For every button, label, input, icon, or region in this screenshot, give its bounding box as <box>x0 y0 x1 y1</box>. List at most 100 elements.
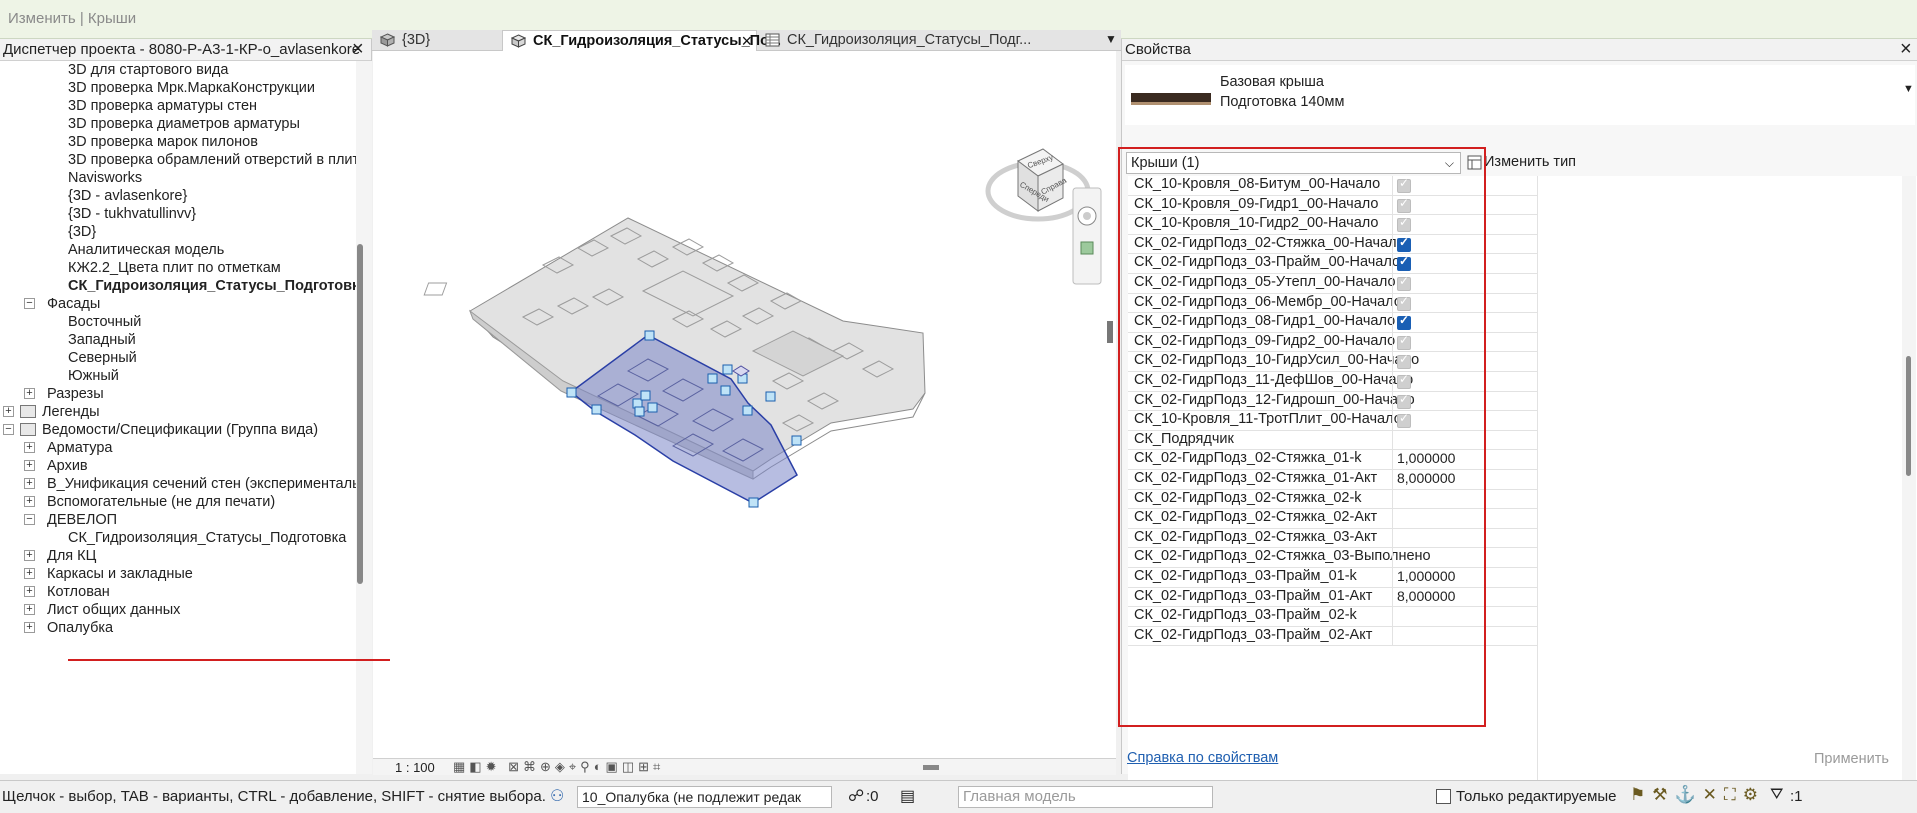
tree-item[interactable]: 3D проверка Мрк.МаркаКонструкции <box>68 79 315 97</box>
property-value[interactable] <box>1392 293 1544 314</box>
tree-item[interactable]: {3D - avlasenkore} <box>68 187 187 205</box>
property-value[interactable] <box>1392 391 1544 412</box>
design-options-icon[interactable]: ▤ <box>900 786 915 806</box>
property-row[interactable]: СК_02-ГидрПодз_02-Стяжка_03-Акт <box>1128 528 1544 549</box>
properties-grid[interactable]: СК_10-Кровля_08-Битум_00-Начало СК_10-Кро… <box>1128 176 1544 786</box>
property-row[interactable]: СК_Подрядчик <box>1128 430 1544 451</box>
tree-item[interactable]: Разрезы <box>47 385 104 403</box>
property-value[interactable] <box>1392 626 1544 647</box>
property-row[interactable]: СК_10-Кровля_10-Гидр2_00-Начало <box>1128 215 1544 235</box>
expand-icon[interactable]: + <box>24 496 35 507</box>
property-checkbox[interactable] <box>1397 176 1411 193</box>
property-checkbox[interactable] <box>1397 254 1411 272</box>
property-value[interactable] <box>1392 215 1544 235</box>
property-value[interactable] <box>1392 274 1544 294</box>
tree-item[interactable]: СК_Гидроизоляция_Статусы_Подготовка <box>68 529 346 547</box>
tree-item[interactable]: Navisworks <box>68 169 142 187</box>
view-control-icons[interactable]: ▦◧✹ ⊠⌘⊕◈⌖⚲◐▣◫⊞⌗ <box>453 759 664 775</box>
tree-item[interactable]: 3D проверка обрамлений отверстий в плита… <box>68 151 356 169</box>
tree-item[interactable]: Аналитическая модель <box>68 241 224 259</box>
property-checkbox[interactable] <box>1397 372 1411 389</box>
property-value[interactable]: 8,000000 <box>1392 470 1544 490</box>
property-row[interactable]: СК_02-ГидрПодз_05-Утепл_00-Начало <box>1128 274 1544 294</box>
property-checkbox[interactable] <box>1397 333 1411 350</box>
tree-item[interactable]: 3D для стартового вида <box>68 61 228 79</box>
edit-type-button[interactable]: Изменить тип <box>1484 154 1576 170</box>
active-workset-dropdown[interactable]: 10_Опалубка (не подлежит редак <box>577 786 832 808</box>
tree-item[interactable]: Северный <box>68 349 137 367</box>
expand-icon[interactable]: + <box>24 442 35 453</box>
model-canvas[interactable]: Сверху Спереди Справа <box>373 51 1116 758</box>
horizontal-scroll-thumb[interactable] <box>923 765 939 770</box>
expand-icon[interactable]: + <box>24 478 35 489</box>
tree-item[interactable]: Легенды <box>42 403 100 421</box>
expand-icon[interactable]: + <box>24 550 35 561</box>
property-checkbox[interactable] <box>1397 294 1411 311</box>
tabs-menu-icon[interactable]: ▼ <box>1105 32 1117 46</box>
property-value[interactable] <box>1392 372 1544 392</box>
property-value[interactable] <box>1392 528 1544 549</box>
property-value[interactable] <box>1392 509 1544 529</box>
tree-item[interactable]: Фасады <box>47 295 100 313</box>
property-checkbox[interactable] <box>1397 274 1411 291</box>
collapse-icon[interactable]: − <box>24 514 35 525</box>
property-checkbox[interactable] <box>1397 235 1411 252</box>
property-value[interactable] <box>1392 548 1544 568</box>
expand-icon[interactable]: + <box>24 622 35 633</box>
expand-icon[interactable]: + <box>3 406 14 417</box>
property-row[interactable]: СК_02-ГидрПодз_03-Прайм_01-Акт 8,000000 <box>1128 587 1544 608</box>
tree-item[interactable]: Западный <box>68 331 136 349</box>
type-selector[interactable]: Базовая крыша Подготовка 140мм ▼ <box>1125 65 1915 125</box>
tree-item[interactable]: Вспомогательные (не для печати) <box>47 493 275 511</box>
filter-icon[interactable]: ⛛ <box>1770 786 1783 804</box>
property-checkbox[interactable] <box>1397 196 1411 213</box>
tree-item[interactable]: КЖ2.2_Цвета плит по отметкам <box>68 259 281 277</box>
apply-button[interactable]: Применить <box>1814 751 1889 767</box>
property-value[interactable] <box>1392 352 1544 372</box>
property-value[interactable] <box>1392 195 1544 216</box>
tree-item[interactable]: Арматура <box>47 439 112 457</box>
close-icon[interactable]: × <box>352 39 364 59</box>
expand-icon[interactable]: + <box>24 604 35 615</box>
property-row[interactable]: СК_02-ГидрПодз_02-Стяжка_01-k 1,000000 <box>1128 450 1544 470</box>
tab-schedule[interactable]: СК_Гидроизоляция_Статусы_Подг... <box>757 30 1057 51</box>
tree-item[interactable]: Для КЦ <box>47 547 96 565</box>
property-value[interactable] <box>1392 607 1544 627</box>
property-value[interactable]: 8,000000 <box>1392 587 1544 608</box>
project-tree[interactable]: 3D для стартового вида 3D проверка Мрк.Ма… <box>0 61 356 774</box>
property-value[interactable]: 1,000000 <box>1392 450 1544 470</box>
collapse-icon[interactable]: − <box>3 424 14 435</box>
tab-active-view[interactable]: СК_Гидроизоляция_Статусы_По... × <box>502 30 781 51</box>
tree-item[interactable]: Котлован <box>47 583 110 601</box>
instance-filter-dropdown[interactable]: Крыши (1) ⌵ <box>1126 152 1461 174</box>
property-row[interactable]: СК_10-Кровля_08-Битум_00-Начало <box>1128 176 1544 196</box>
property-checkbox[interactable] <box>1397 313 1411 331</box>
tree-item[interactable]: {3D - tukhvatullinvv} <box>68 205 196 223</box>
property-value[interactable] <box>1392 234 1544 255</box>
property-row[interactable]: СК_02-ГидрПодз_11-ДефШов_00-Начало <box>1128 372 1544 392</box>
link-icon[interactable]: ☍ <box>848 786 864 806</box>
property-value[interactable] <box>1392 489 1544 510</box>
property-value[interactable]: 1,000000 <box>1392 568 1544 588</box>
property-checkbox[interactable] <box>1397 392 1411 409</box>
3d-viewport[interactable]: Сверху Спереди Справа <box>373 51 1116 758</box>
property-value[interactable] <box>1392 411 1544 431</box>
tree-item[interactable]: {3D} <box>68 223 96 241</box>
tree-item[interactable]: 3D проверка марок пилонов <box>68 133 258 151</box>
tree-item[interactable]: Лист общих данных <box>47 601 180 619</box>
tree-item[interactable]: Восточный <box>68 313 141 331</box>
close-icon[interactable]: × <box>741 31 752 51</box>
property-checkbox[interactable] <box>1397 411 1411 429</box>
property-row[interactable]: СК_02-ГидрПодз_03-Прайм_02-Акт <box>1128 626 1544 647</box>
edit-type-icon[interactable] <box>1467 155 1482 170</box>
expand-icon[interactable]: + <box>24 568 35 579</box>
tree-item[interactable]: 3D проверка арматуры стен <box>68 97 257 115</box>
tab-3d[interactable]: {3D} <box>372 30 502 51</box>
properties-help-link[interactable]: Справка по свойствам <box>1127 750 1278 766</box>
property-row[interactable]: СК_10-Кровля_11-ТротПлит_00-Начало <box>1128 411 1544 431</box>
property-row[interactable]: СК_02-ГидрПодз_03-Прайм_02-k <box>1128 607 1544 627</box>
property-row[interactable]: СК_02-ГидрПодз_10-ГидрУсил_00-Начало <box>1128 352 1544 372</box>
property-row[interactable]: СК_02-ГидрПодз_03-Прайм_01-k 1,000000 <box>1128 568 1544 588</box>
property-checkbox[interactable] <box>1397 215 1411 233</box>
tree-item[interactable]: ДЕВЕЛОП <box>47 511 117 529</box>
